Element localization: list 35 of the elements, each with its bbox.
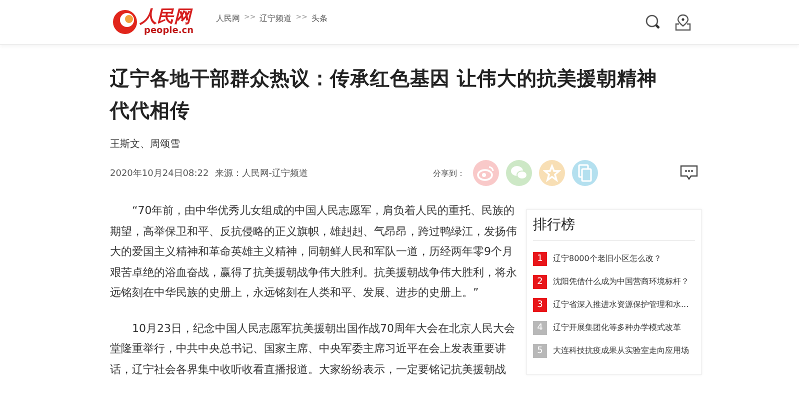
logo-swirl-icon <box>112 9 138 35</box>
share-copy-button[interactable] <box>572 160 598 186</box>
wechat-icon <box>510 165 528 181</box>
breadcrumb-link[interactable]: 人民网 <box>216 12 240 24</box>
ranking-link[interactable]: 辽宁开展集团化等多种办学模式改革 <box>553 322 681 333</box>
ranking-link[interactable]: 大连科技抗疫成果从实验室走向应用场 <box>553 345 689 356</box>
share-wechat-button[interactable] <box>506 160 532 186</box>
share-star-button[interactable] <box>539 160 565 186</box>
rank-number: 1 <box>533 252 547 266</box>
rank-number: 3 <box>533 298 547 312</box>
logo-name: 人民网 <box>140 8 194 26</box>
ranking-link[interactable]: 沈阳凭借什么成为中国营商环境标杆？ <box>553 276 689 287</box>
search-icon[interactable] <box>645 14 661 30</box>
ranking-title: 排行榜 <box>533 210 695 241</box>
rank-number: 4 <box>533 320 547 334</box>
location-pin-icon[interactable] <box>675 14 691 30</box>
logo-domain: people.cn <box>144 26 194 36</box>
weibo-icon <box>477 165 495 181</box>
publish-date: 2020年10月24日08:22 <box>110 168 209 180</box>
ranking-link[interactable]: 辽宁8000个老旧小区怎么改？ <box>553 253 662 264</box>
rank-number: 5 <box>533 344 547 358</box>
article-paragraph: “70年前，由中华优秀儿女组成的中国人民志愿军，肩负着人民的重托、民族的期望，高举保卫和平、反抗侵略的正义旗帜，雄赳赳、气昂昂，跨过鸭绿江，发扬伟大的爱国主义精神和革命英雄主义精神，同朝鲜人民和军队一道，历经两年零9个月艰苦卓绝的浴血奋战，赢得了抗美援朝战争伟大胜利。抗美援朝战争伟大胜利，将永远铭刻在中华民族的史册上，永远铭刻在人类和平、发展、进步的史册上。” <box>110 203 518 301</box>
article-title: 辽宁各地干部群众热议：传承红色基因 让伟大的抗美援朝精神代代相传 <box>110 66 658 124</box>
article-authors: 王斯文、周颂雪 <box>110 138 181 151</box>
star-icon <box>543 164 561 182</box>
article-paragraph: 10月23日，纪念中国人民志愿军抗美援朝出国作战70周年大会在北京人民大会堂隆重举行，中共中央总书记、国家主席、中央军委主席习近平在会上发表重要讲话，辽宁社会各界集中收听收看直播报道。大家纷纷表示，一定要铭记抗美援朝战 <box>110 320 516 378</box>
share-label: 分享到： <box>433 168 465 178</box>
breadcrumb-link[interactable]: 辽宁频道 <box>260 12 292 24</box>
breadcrumb-link[interactable]: 头条 <box>311 12 328 24</box>
share-weibo-button[interactable] <box>473 160 499 186</box>
comment-icon[interactable] <box>680 165 698 181</box>
article-source: 来源：人民网-辽宁频道 <box>214 168 308 180</box>
ranking-link[interactable]: 辽宁省深入推进水资源保护管理和水... <box>553 299 689 310</box>
copy-icon <box>577 164 593 182</box>
rank-number: 2 <box>533 274 547 288</box>
